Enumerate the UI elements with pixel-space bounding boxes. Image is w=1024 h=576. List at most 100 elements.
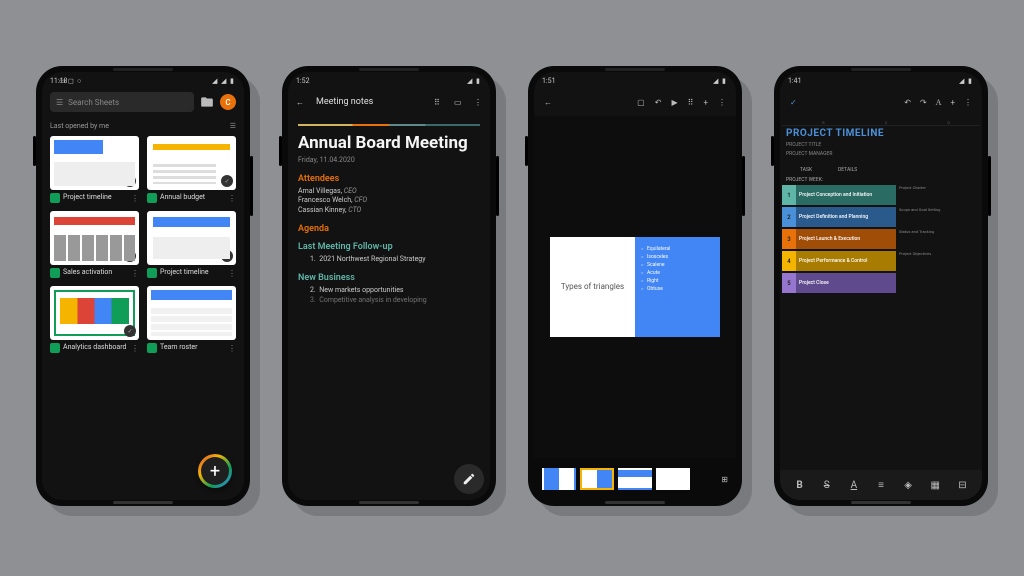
battery-icon: ▮ xyxy=(230,77,236,83)
wifi-icon: ◢ xyxy=(959,77,965,83)
notif-icon: ◻ xyxy=(68,77,74,83)
file-card[interactable]: ✓ Project timeline⋮ xyxy=(50,136,139,203)
slide-thumb[interactable] xyxy=(542,468,576,490)
phone-sheets-home: 11:18▭◻○ ◢◢▮ ☰ Search Sheets C Last open… xyxy=(36,66,250,506)
offline-icon: ✓ xyxy=(124,175,136,187)
more-icon[interactable]: ⋮ xyxy=(228,344,236,353)
status-bar: 1:51 ◢▮ xyxy=(534,72,736,88)
share-icon[interactable]: ⠿ xyxy=(434,98,446,107)
add-icon[interactable]: + xyxy=(950,98,955,107)
align-icon[interactable]: ≡ xyxy=(873,477,889,493)
attendee-line: Amal Villegas, CEO xyxy=(298,187,480,197)
back-icon[interactable]: ← xyxy=(296,98,308,107)
confirm-icon[interactable]: ✓ xyxy=(790,98,797,107)
bold-icon[interactable]: B xyxy=(792,477,808,493)
document-body[interactable]: Annual Board Meeting Friday, 11.04.2020 … xyxy=(288,116,490,500)
more-icon[interactable]: ⋮ xyxy=(228,269,236,278)
time-label: 11:18 xyxy=(50,77,56,83)
file-card[interactable]: ✓ Analytics dashboard⋮ xyxy=(50,286,139,353)
cast-icon[interactable]: ▢ xyxy=(637,98,645,107)
present-icon[interactable]: ▶ xyxy=(671,98,677,107)
more-icon[interactable]: ⋮ xyxy=(131,194,139,203)
more-icon[interactable]: ⋮ xyxy=(228,194,236,203)
redo-icon[interactable]: ↷ xyxy=(920,98,927,107)
phone-docs-editor: 1:52 ◢▮ ← Meeting notes ⠿ ▭ ⋮ Annual Boa… xyxy=(282,66,496,506)
phone-slides-editor: 1:51 ◢▮ ← ▢ ↶ ▶ ⠿ + ⋮ Types of triangles… xyxy=(528,66,742,506)
merge-icon[interactable]: ⊟ xyxy=(954,477,970,493)
search-input[interactable]: ☰ Search Sheets xyxy=(50,92,194,112)
back-icon[interactable]: ← xyxy=(544,98,552,107)
slide-content: Equilateral Isosceles Scalene Acute Righ… xyxy=(635,237,720,337)
meta-label: PROJECT TITLE xyxy=(786,142,821,148)
section-heading: Attendees xyxy=(298,174,480,184)
notif-icon: ○ xyxy=(77,77,83,83)
cell-icon[interactable]: ▦ xyxy=(927,477,943,493)
more-icon[interactable]: ⋮ xyxy=(718,98,726,107)
folder-icon[interactable] xyxy=(200,95,214,109)
bullet-item: Right xyxy=(641,277,714,285)
phase-row[interactable]: 1Project Conception and InitiationProjec… xyxy=(782,185,980,205)
more-icon[interactable]: ⋮ xyxy=(964,98,972,107)
document-title[interactable]: Meeting notes xyxy=(316,97,426,107)
sort-label[interactable]: Last opened by me xyxy=(50,122,109,130)
sheets-icon xyxy=(147,268,157,278)
phone-sheets-editor: 1:41 ◢▮ ✓ ↶ ↷ A + ⋮ BCD PROJECT TIMELINE… xyxy=(774,66,988,506)
slide-thumb[interactable] xyxy=(618,468,652,490)
list-item: 3. Competitive analysis in developing xyxy=(310,296,480,306)
fill-icon[interactable]: ◈ xyxy=(900,477,916,493)
edit-fab[interactable] xyxy=(454,464,484,494)
file-grid: ✓ Project timeline⋮ ✓ Annual budget⋮ ✓ S… xyxy=(50,136,236,353)
phase-row[interactable]: 2Project Definition and PlanningScope an… xyxy=(782,207,980,227)
offline-icon: ✓ xyxy=(221,250,233,262)
undo-icon[interactable]: ↶ xyxy=(904,98,911,107)
notif-icon: ▭ xyxy=(59,77,65,83)
menu-icon[interactable]: ☰ xyxy=(56,98,63,107)
format-toolbar: B S A ≡ ◈ ▦ ⊟ xyxy=(780,470,982,500)
meta-label: PROJECT MANAGER xyxy=(786,151,832,157)
avatar[interactable]: C xyxy=(220,94,236,110)
file-card[interactable]: ✓ Project timeline⋮ xyxy=(147,211,236,278)
share-icon[interactable]: ⠿ xyxy=(688,98,694,107)
slide-thumb[interactable] xyxy=(656,468,690,490)
offline-icon: ✓ xyxy=(124,250,136,262)
add-slide-icon[interactable]: ⊞ xyxy=(721,475,728,484)
table-header: TASKDETAILS xyxy=(782,165,980,175)
accent-bar xyxy=(298,124,480,126)
time-label: 1:51 xyxy=(542,77,548,83)
phase-row[interactable]: 3Project Launch & ExecutionStatus and Tr… xyxy=(782,229,980,249)
section-heading: Agenda xyxy=(298,224,480,234)
slide-canvas[interactable]: Types of triangles Equilateral Isosceles… xyxy=(534,116,736,458)
list-item: 2. New markets opportunities xyxy=(310,286,480,296)
bullet-item: Acute xyxy=(641,269,714,277)
more-icon[interactable]: ⋮ xyxy=(131,269,139,278)
strike-icon[interactable]: S xyxy=(819,477,835,493)
file-card[interactable]: Team roster⋮ xyxy=(147,286,236,353)
battery-icon: ▮ xyxy=(968,77,974,83)
subsection-heading: Last Meeting Follow-up xyxy=(298,242,480,252)
more-icon[interactable]: ⋮ xyxy=(474,98,482,107)
text-color-icon[interactable]: A xyxy=(846,477,862,493)
more-icon[interactable]: ⋮ xyxy=(131,344,139,353)
slide-thumb[interactable] xyxy=(580,468,614,490)
create-fab[interactable]: + xyxy=(198,454,232,488)
slide-title: Types of triangles xyxy=(561,282,624,292)
format-icon[interactable]: A xyxy=(936,98,942,107)
spreadsheet-area[interactable]: BCD PROJECT TIMELINE PROJECT TITLE PROJE… xyxy=(780,116,982,470)
comment-icon[interactable]: ▭ xyxy=(454,98,466,107)
slide: Types of triangles Equilateral Isosceles… xyxy=(550,237,720,337)
wifi-icon: ◢ xyxy=(212,77,218,83)
file-card[interactable]: ✓ Sales activation⋮ xyxy=(50,211,139,278)
phase-row[interactable]: 5Project Close xyxy=(782,273,980,293)
search-placeholder: Search Sheets xyxy=(68,98,119,107)
sheets-icon xyxy=(50,343,60,353)
view-toggle-icon[interactable]: ☰ xyxy=(230,122,236,130)
bullet-item: Equilateral xyxy=(641,245,714,253)
sheets-icon xyxy=(147,343,157,353)
doc-heading: Annual Board Meeting xyxy=(298,134,480,154)
add-icon[interactable]: + xyxy=(703,98,708,107)
undo-icon[interactable]: ↶ xyxy=(655,98,662,107)
file-card[interactable]: ✓ Annual budget⋮ xyxy=(147,136,236,203)
phase-row[interactable]: 4Project Performance & ControlProject Ob… xyxy=(782,251,980,271)
slide-thumbstrip: ⊞ xyxy=(534,458,736,500)
list-item: 1. 2021 Northwest Regional Strategy xyxy=(310,255,480,265)
